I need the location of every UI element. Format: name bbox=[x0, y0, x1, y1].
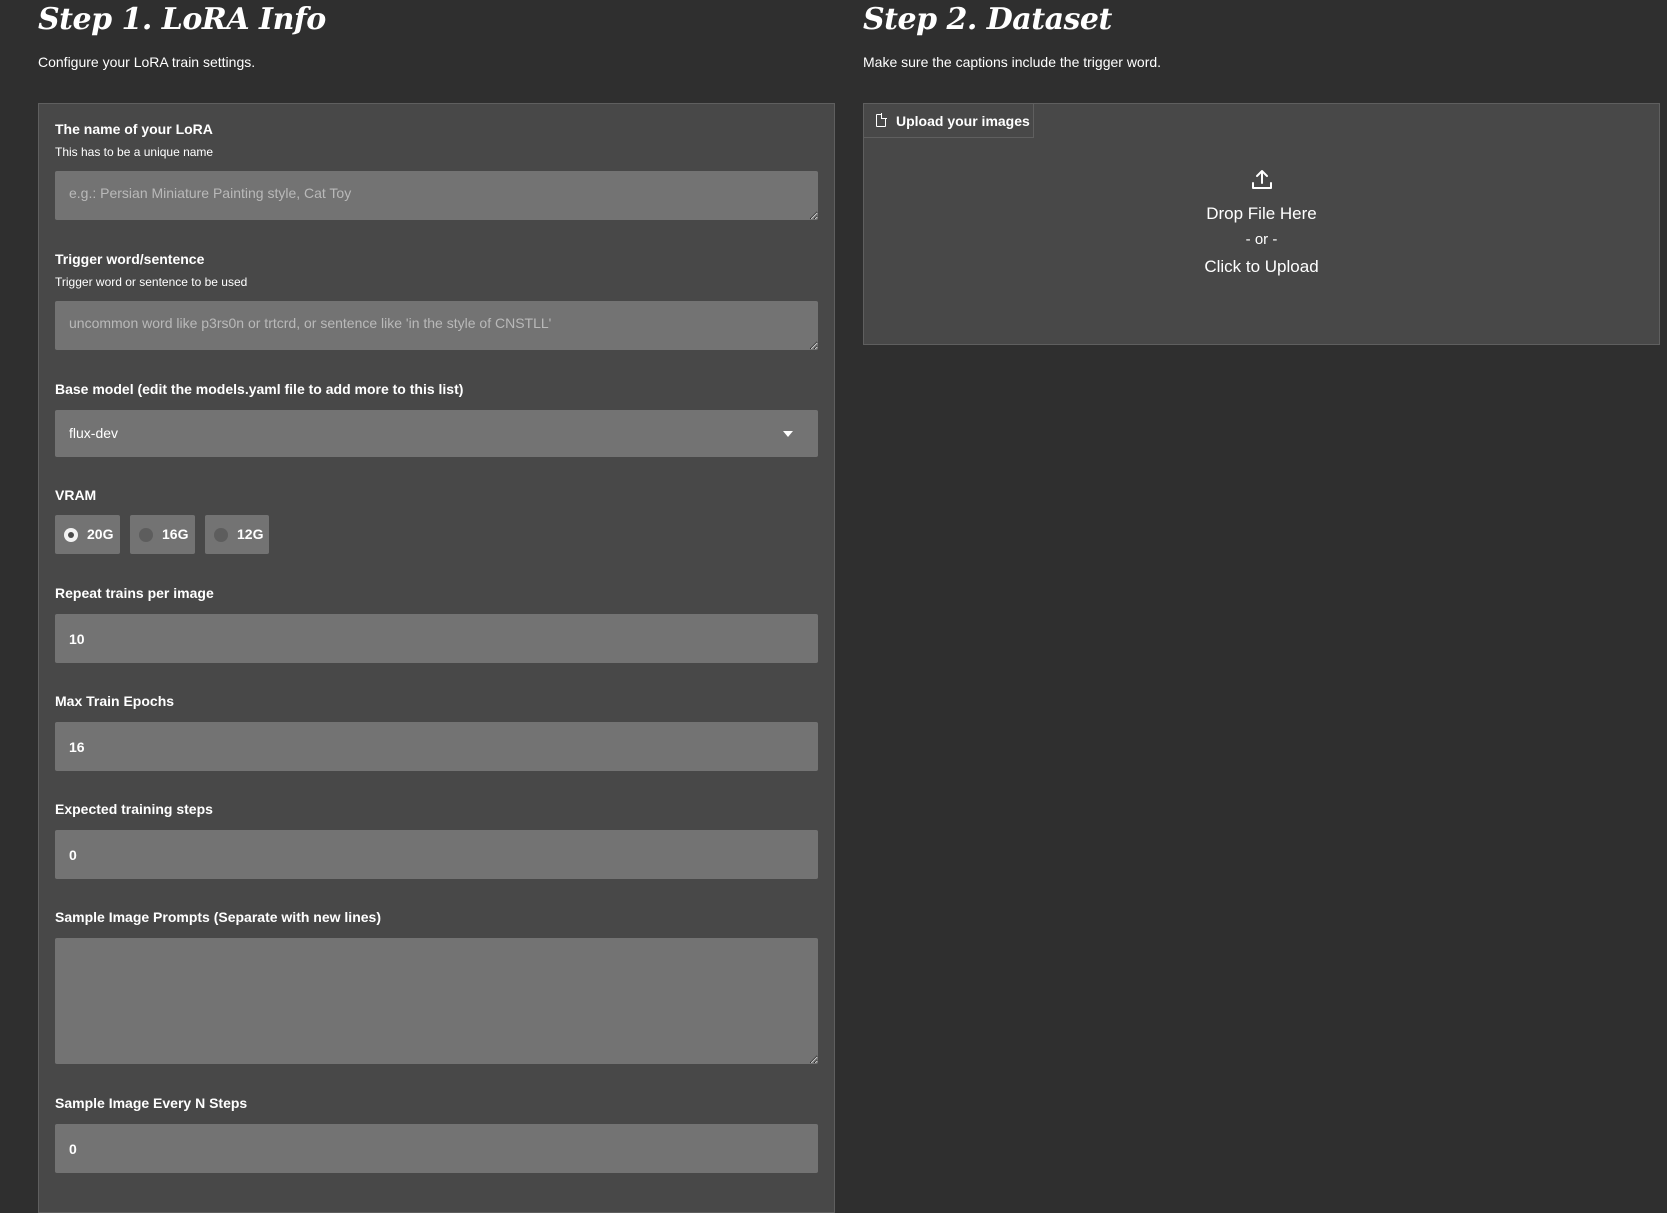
lora-name-label: The name of your LoRA bbox=[55, 121, 213, 137]
vram-option-label: 16G bbox=[162, 526, 189, 542]
step2-description: Make sure the captions include the trigg… bbox=[863, 54, 1162, 70]
radio-unchecked-icon[interactable] bbox=[214, 528, 228, 542]
sample-every-label: Sample Image Every N Steps bbox=[55, 1095, 248, 1111]
vram-label: VRAM bbox=[55, 487, 97, 503]
file-drop-zone[interactable]: Drop File Here - or - Click to Upload bbox=[864, 138, 1659, 344]
or-text: - or - bbox=[1245, 231, 1278, 248]
expected-steps-label: Expected training steps bbox=[55, 801, 213, 817]
vram-option-16g[interactable]: 16G bbox=[130, 515, 195, 554]
repeats-input[interactable] bbox=[55, 614, 818, 663]
vram-option-label: 20G bbox=[87, 526, 114, 542]
step1-title: Step 1. LoRA Info bbox=[38, 2, 326, 37]
radio-checked-icon[interactable] bbox=[64, 528, 78, 542]
expected-steps-input[interactable] bbox=[55, 830, 818, 879]
file-icon bbox=[876, 113, 887, 127]
sample-prompts-label: Sample Image Prompts (Separate with new … bbox=[55, 909, 381, 925]
lora-name-info: This has to be a unique name bbox=[55, 145, 214, 159]
chevron-down-icon[interactable] bbox=[783, 431, 793, 437]
lora-info-panel: The name of your LoRA This has to be a u… bbox=[38, 103, 835, 1213]
upload-tab-label: Upload your images bbox=[896, 113, 1030, 129]
base-model-selected: flux-dev bbox=[69, 425, 119, 441]
base-model-dropdown[interactable]: flux-dev bbox=[55, 410, 818, 457]
trigger-word-label: Trigger word/sentence bbox=[55, 251, 205, 267]
dataset-upload-panel: Upload your images Drop File Here - or -… bbox=[863, 103, 1660, 345]
sample-prompts-input[interactable] bbox=[55, 938, 818, 1064]
vram-option-20g[interactable]: 20G bbox=[55, 515, 120, 554]
click-to-upload-text: Click to Upload bbox=[1204, 257, 1319, 276]
upload-icon bbox=[1252, 170, 1272, 189]
vram-option-12g[interactable]: 12G bbox=[205, 515, 269, 554]
max-epochs-label: Max Train Epochs bbox=[55, 693, 175, 709]
trigger-word-info: Trigger word or sentence to be used bbox=[55, 275, 248, 289]
lora-name-input[interactable] bbox=[55, 171, 818, 220]
step1-description: Configure your LoRA train settings. bbox=[38, 54, 256, 70]
repeats-label: Repeat trains per image bbox=[55, 585, 214, 601]
sample-every-input[interactable] bbox=[55, 1124, 818, 1173]
base-model-label: Base model (edit the models.yaml file to… bbox=[55, 381, 464, 397]
vram-option-label: 12G bbox=[237, 526, 264, 542]
drop-file-text: Drop File Here bbox=[1206, 204, 1317, 223]
upload-images-tab[interactable]: Upload your images bbox=[863, 103, 1034, 138]
max-epochs-input[interactable] bbox=[55, 722, 818, 771]
trigger-word-input[interactable] bbox=[55, 301, 818, 350]
step2-title: Step 2. Dataset bbox=[863, 2, 1112, 37]
radio-unchecked-icon[interactable] bbox=[139, 528, 153, 542]
